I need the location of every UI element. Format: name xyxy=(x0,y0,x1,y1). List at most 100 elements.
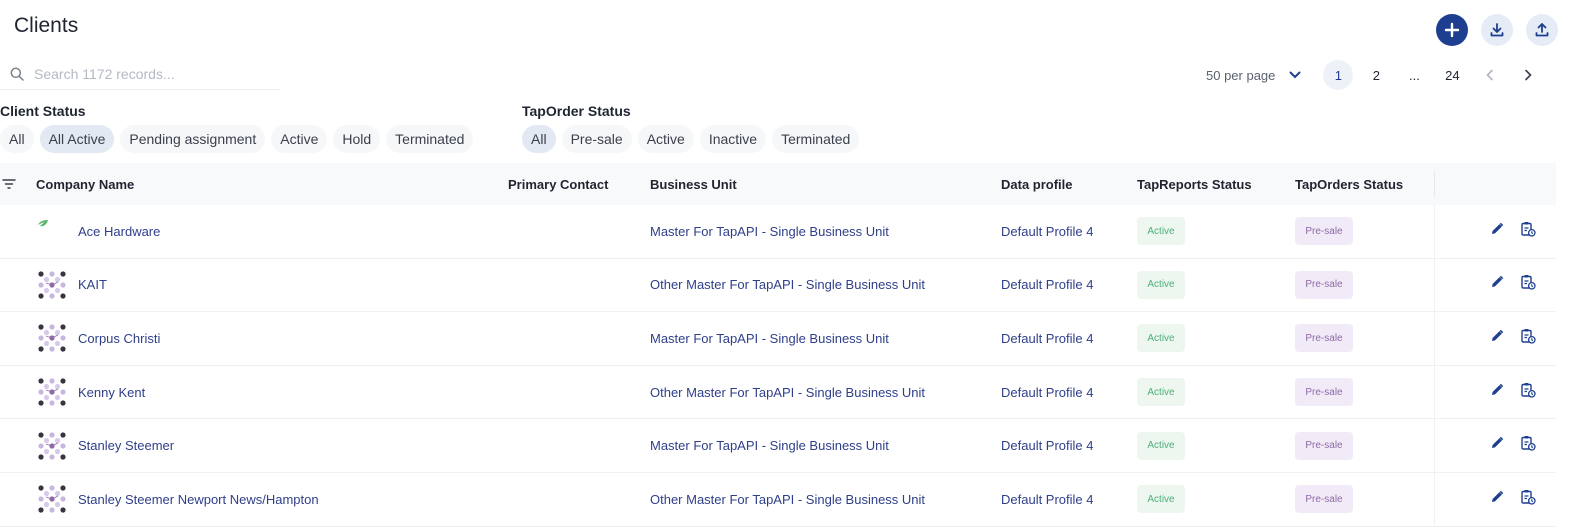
table-row[interactable]: Stanley Steemer Master For TapAPI - Singl… xyxy=(0,419,1556,473)
clipboard-clock-icon xyxy=(1520,328,1536,349)
edit-button[interactable] xyxy=(1490,205,1504,258)
business-unit-link[interactable]: Master For TapAPI - Single Business Unit xyxy=(650,419,889,472)
edit-button[interactable] xyxy=(1490,419,1504,472)
company-name-link[interactable]: Corpus Christi xyxy=(78,312,160,365)
column-divider xyxy=(1434,365,1435,419)
company-name-link[interactable]: Ace Hardware xyxy=(78,205,160,258)
add-client-button[interactable] xyxy=(1436,14,1468,46)
company-logo xyxy=(38,259,66,312)
table-body: Ace Hardware Master For TapAPI - Single B… xyxy=(0,205,1556,527)
pencil-icon xyxy=(1490,329,1504,348)
search-icon xyxy=(10,67,24,81)
data-profile-link[interactable]: Default Profile 4 xyxy=(1001,419,1094,472)
history-button[interactable] xyxy=(1520,366,1536,419)
page-2-button[interactable]: 2 xyxy=(1361,60,1391,90)
next-page-button[interactable] xyxy=(1513,60,1543,90)
history-button[interactable] xyxy=(1520,205,1536,258)
column-company-name[interactable]: Company Name xyxy=(36,163,134,205)
tapreports-status-cell: Active xyxy=(1137,312,1185,365)
client-status-all-active[interactable]: All Active xyxy=(39,125,115,153)
top-actions xyxy=(1436,14,1558,46)
client-status-all[interactable]: All xyxy=(0,125,34,153)
pencil-icon xyxy=(1490,436,1504,455)
taporder-status-all[interactable]: All xyxy=(522,125,556,153)
client-status-hold[interactable]: Hold xyxy=(333,125,381,153)
business-unit-link[interactable]: Master For TapAPI - Single Business Unit xyxy=(650,205,889,258)
search-bar xyxy=(0,58,280,90)
company-name-link[interactable]: Stanley Steemer Newport News/Hampton xyxy=(78,473,319,526)
filter-columns-button[interactable] xyxy=(2,163,16,205)
chevron-down-icon xyxy=(1289,71,1301,79)
company-name-link[interactable]: Stanley Steemer xyxy=(78,419,174,472)
company-logo xyxy=(37,198,49,251)
table-row[interactable]: Kenny Kent Other Master For TapAPI - Sing… xyxy=(0,365,1556,420)
taporders-status-badge: Pre-sale xyxy=(1295,431,1353,460)
per-page-label: 50 per page xyxy=(1206,67,1276,83)
column-primary-contact[interactable]: Primary Contact xyxy=(508,163,608,205)
taporders-status-cell: Pre-sale xyxy=(1295,259,1353,312)
prev-page-button[interactable] xyxy=(1475,60,1505,90)
client-status-terminated[interactable]: Terminated xyxy=(386,125,474,153)
history-button[interactable] xyxy=(1520,312,1536,365)
table-row[interactable]: Stanley Steemer Newport News/Hampton Othe… xyxy=(0,472,1556,527)
table-row[interactable]: KAIT Other Master For TapAPI - Single Bus… xyxy=(0,258,1556,313)
clipboard-clock-icon xyxy=(1520,274,1536,295)
upload-icon xyxy=(1535,23,1549,37)
edit-button[interactable] xyxy=(1490,259,1504,312)
column-tapreports-status[interactable]: TapReports Status xyxy=(1137,163,1252,205)
upload-button[interactable] xyxy=(1526,14,1558,46)
table-row[interactable]: Corpus Christi Master For TapAPI - Single… xyxy=(0,312,1556,366)
pencil-icon xyxy=(1490,275,1504,294)
history-button[interactable] xyxy=(1520,419,1536,472)
client-status-pending-assignment[interactable]: Pending assignment xyxy=(120,125,266,153)
company-name-link[interactable]: Kenny Kent xyxy=(78,366,145,419)
edit-button[interactable] xyxy=(1490,312,1504,365)
data-profile-link[interactable]: Default Profile 4 xyxy=(1001,366,1094,419)
tapreports-status-badge: Active xyxy=(1137,378,1185,407)
taporders-status-badge: Pre-sale xyxy=(1295,217,1353,246)
column-divider xyxy=(1434,171,1435,197)
taporder-status-terminated[interactable]: Terminated xyxy=(772,125,860,153)
edit-button[interactable] xyxy=(1490,473,1504,526)
taporder-status-inactive[interactable]: Inactive xyxy=(699,125,767,153)
business-unit-link[interactable]: Other Master For TapAPI - Single Busines… xyxy=(650,259,925,312)
clipboard-clock-icon xyxy=(1520,382,1536,403)
edit-button[interactable] xyxy=(1490,366,1504,419)
column-business-unit[interactable]: Business Unit xyxy=(650,163,737,205)
taporders-status-badge: Pre-sale xyxy=(1295,485,1353,514)
column-taporders-status[interactable]: TapOrders Status xyxy=(1295,163,1403,205)
business-unit-link[interactable]: Other Master For TapAPI - Single Busines… xyxy=(650,473,925,526)
pencil-icon xyxy=(1490,490,1504,509)
column-divider xyxy=(1434,472,1435,526)
download-button[interactable] xyxy=(1481,14,1513,46)
tapreports-status-badge: Active xyxy=(1137,485,1185,514)
column-divider xyxy=(1434,312,1435,365)
taporders-status-badge: Pre-sale xyxy=(1295,270,1353,299)
data-profile-link[interactable]: Default Profile 4 xyxy=(1001,473,1094,526)
business-unit-link[interactable]: Master For TapAPI - Single Business Unit xyxy=(650,312,889,365)
column-data-profile[interactable]: Data profile xyxy=(1001,163,1073,205)
taporder-status-pre-sale[interactable]: Pre-sale xyxy=(561,125,632,153)
company-logo xyxy=(38,419,66,472)
data-profile-link[interactable]: Default Profile 4 xyxy=(1001,205,1094,258)
business-unit-link[interactable]: Other Master For TapAPI - Single Busines… xyxy=(650,366,925,419)
taporder-status-active[interactable]: Active xyxy=(637,125,694,153)
column-divider xyxy=(1434,419,1435,472)
per-page-select[interactable]: 50 per page xyxy=(1206,68,1301,83)
data-profile-link[interactable]: Default Profile 4 xyxy=(1001,259,1094,312)
tapreports-status-badge: Active xyxy=(1137,324,1185,353)
company-logo xyxy=(38,366,66,419)
company-logo xyxy=(38,473,66,526)
client-status-active[interactable]: Active xyxy=(271,125,328,153)
clipboard-clock-icon xyxy=(1520,489,1536,510)
history-button[interactable] xyxy=(1520,259,1536,312)
taporder-status-label: TapOrder Status xyxy=(522,103,631,119)
page-24-button[interactable]: 24 xyxy=(1437,60,1467,90)
history-button[interactable] xyxy=(1520,473,1536,526)
page-1-button[interactable]: 1 xyxy=(1323,60,1354,90)
data-profile-link[interactable]: Default Profile 4 xyxy=(1001,312,1094,365)
table-row[interactable]: Ace Hardware Master For TapAPI - Single B… xyxy=(0,205,1556,259)
search-input[interactable] xyxy=(34,65,264,82)
company-name-link[interactable]: KAIT xyxy=(78,259,107,312)
taporders-status-cell: Pre-sale xyxy=(1295,419,1353,472)
